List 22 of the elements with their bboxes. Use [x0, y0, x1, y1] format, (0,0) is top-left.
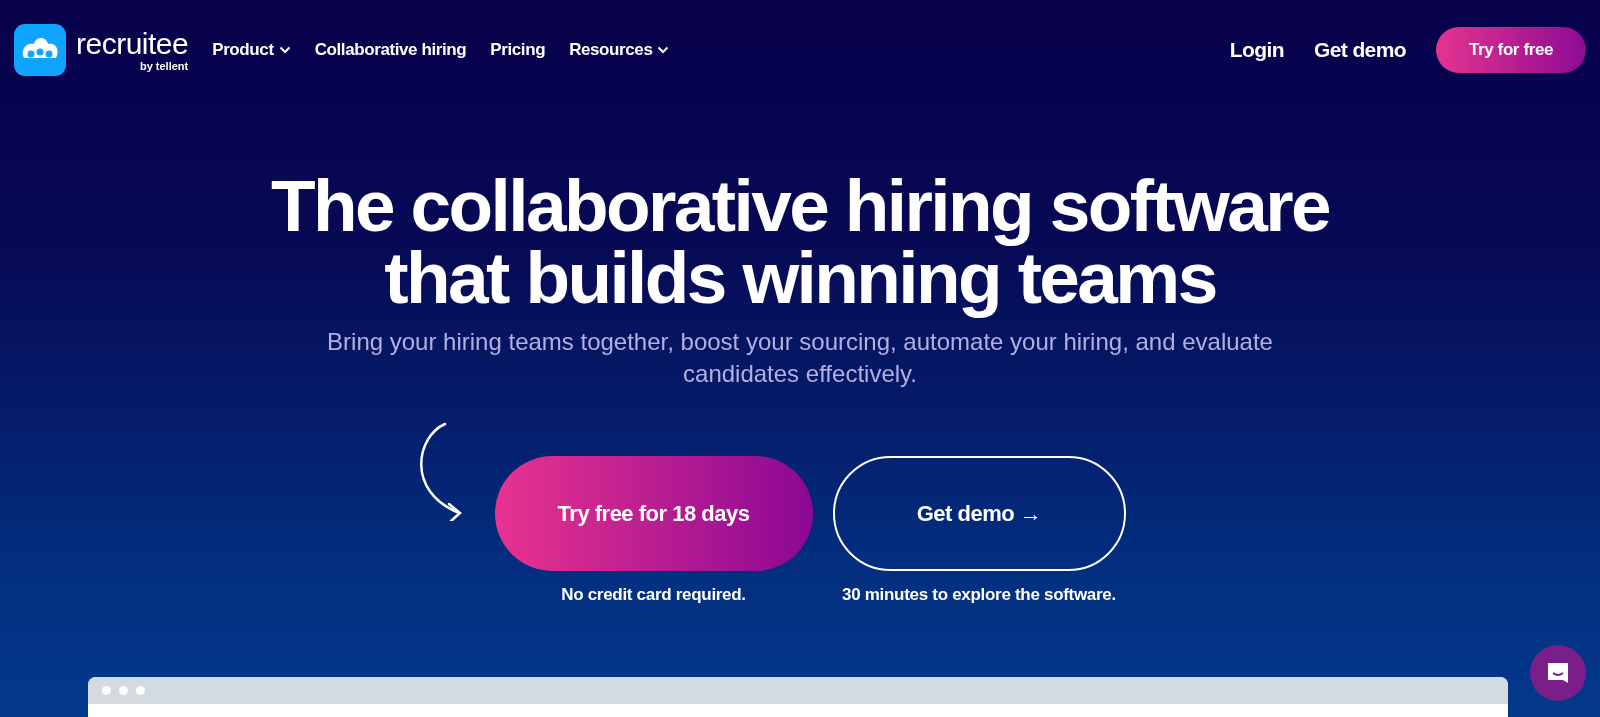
- hero-subtitle: Bring your hiring teams together, boost your sourcing, automate your hiring, and evaluate candidates effectively.: [326, 327, 1274, 389]
- chat-button[interactable]: [1530, 645, 1586, 701]
- chat-icon: [1545, 660, 1571, 686]
- cta-note: 30 minutes to explore the software.: [842, 585, 1116, 605]
- get-demo-link[interactable]: Get demo: [1313, 38, 1406, 62]
- chevron-down-icon: [657, 46, 670, 54]
- try-free-button[interactable]: Try free for 18 days: [494, 456, 813, 571]
- brand-byline: by tellent: [139, 59, 189, 73]
- nav-link[interactable]: Resources: [569, 40, 670, 60]
- brand-name[interactable]: recruitee: [76, 27, 189, 60]
- cta-note: No credit card required.: [561, 585, 746, 605]
- window-dot: [102, 686, 111, 695]
- window-dot: [119, 686, 128, 695]
- try-for-free-button[interactable]: Try for free: [1436, 27, 1586, 73]
- login-link[interactable]: Login: [1229, 38, 1284, 62]
- logo-icon[interactable]: [14, 24, 66, 76]
- chevron-down-icon: [278, 46, 291, 54]
- nav-link[interactable]: Pricing: [490, 40, 546, 60]
- window-dot: [136, 686, 145, 695]
- get-demo-button[interactable]: Get demo →: [832, 456, 1126, 571]
- nav-link[interactable]: Collaborative hiring: [314, 40, 467, 60]
- nav-link[interactable]: Product: [212, 40, 291, 60]
